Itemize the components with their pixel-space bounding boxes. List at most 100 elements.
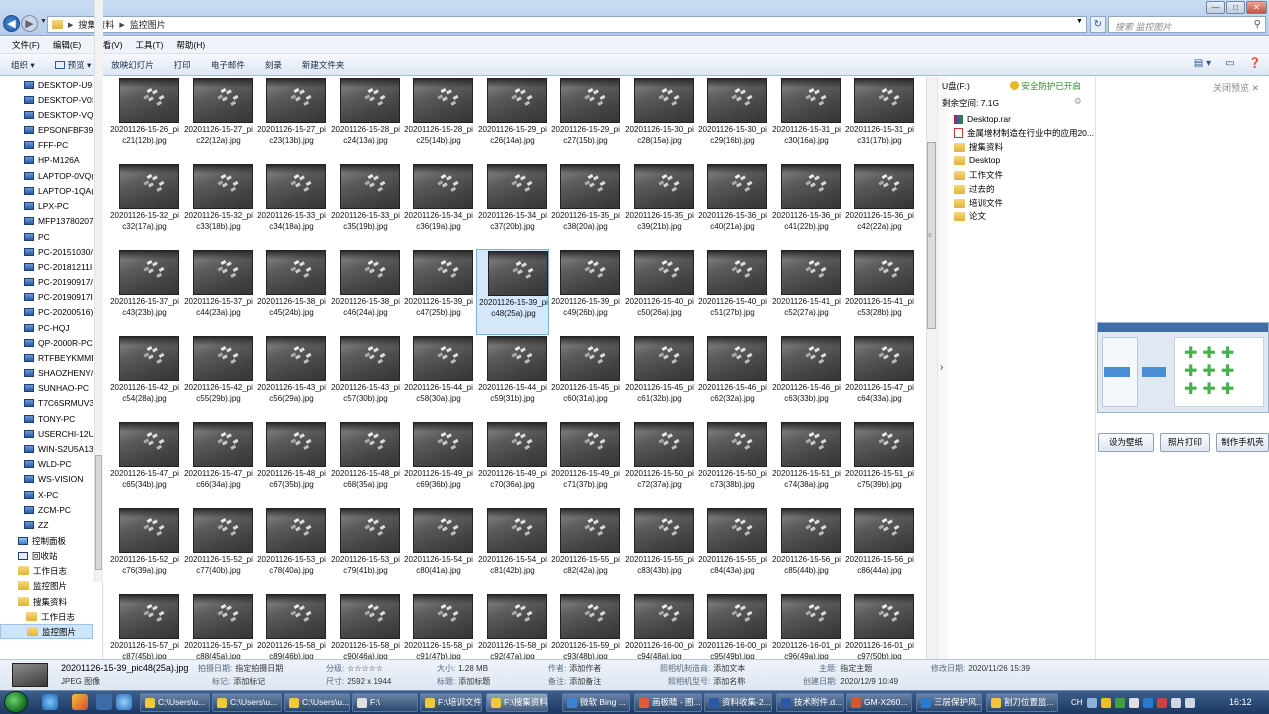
app-icon[interactable] xyxy=(72,694,88,710)
ie-icon[interactable] xyxy=(42,694,58,710)
print-button[interactable]: 打印 xyxy=(174,59,191,71)
file-item[interactable]: 20201126-15-48_pic68(35a).jpg xyxy=(329,421,402,507)
address-dropdown-icon[interactable]: ▼ xyxy=(1076,18,1083,25)
language-indicator[interactable]: CH xyxy=(1071,698,1083,707)
slideshow-button[interactable]: 放映幻灯片 xyxy=(111,59,154,71)
address-bar[interactable]: ▶ 搜集资料 ▶ 监控图片 xyxy=(47,16,1087,33)
forward-arrow-icon[interactable]: ▶ xyxy=(21,15,38,32)
file-item[interactable]: 20201126-15-46_pic62(32a).jpg xyxy=(696,335,769,421)
settings-gear-icon[interactable]: ⚙ xyxy=(1074,96,1082,107)
nav-item[interactable]: SUNHAO-PC xyxy=(0,380,93,395)
file-item[interactable]: 20201126-15-43_pic57(30b).jpg xyxy=(329,335,402,421)
file-item[interactable]: 20201126-15-38_pic45(24b).jpg xyxy=(255,249,328,335)
file-item[interactable]: 20201126-15-36_pic42(22a).jpg xyxy=(843,163,916,249)
nav-item[interactable]: FFF-PC xyxy=(0,137,93,152)
minimize-button[interactable]: — xyxy=(1206,1,1225,14)
file-item[interactable]: 20201126-15-47_pic65(34b).jpg xyxy=(108,421,181,507)
protect-status[interactable]: 安全防护已开启 xyxy=(1010,80,1081,92)
expand-arrow-icon[interactable]: › xyxy=(940,362,943,373)
taskbar-button[interactable]: F:\培训文件 xyxy=(420,693,482,712)
nav-item[interactable]: 回收站 xyxy=(0,548,93,563)
file-item[interactable]: 20201126-15-44_pic59(31b).jpg xyxy=(476,335,549,421)
taskbar-button[interactable]: F:\ xyxy=(352,693,418,712)
nav-item[interactable]: QP-2000R-PC xyxy=(0,335,93,350)
menu-file[interactable]: 文件(F) xyxy=(12,39,40,51)
file-item[interactable]: 20201126-15-52_pic76(39a).jpg xyxy=(108,507,181,593)
nav-item[interactable]: PC xyxy=(0,229,93,244)
organize-button[interactable]: 组织 ▾ xyxy=(11,59,35,71)
file-item[interactable]: 20201126-15-49_pic70(36a).jpg xyxy=(476,421,549,507)
nav-item[interactable]: MFP13780207 xyxy=(0,213,93,228)
drive-item[interactable]: 金属增材制造在行业中的应用20... xyxy=(954,127,1094,139)
nav-item[interactable]: PC-20151030/ xyxy=(0,244,93,259)
taskbar-button[interactable]: 微软 Bing ... xyxy=(562,693,630,712)
detail-field[interactable]: 分级: ☆☆☆☆☆ xyxy=(326,663,383,674)
file-item[interactable]: 20201126-15-40_pic51(27b).jpg xyxy=(696,249,769,335)
nav-item[interactable]: EPSONFBF39E xyxy=(0,122,93,137)
file-item[interactable]: 20201126-15-33_pic35(19b).jpg xyxy=(329,163,402,249)
file-item[interactable]: 20201126-15-30_pic29(16b).jpg xyxy=(696,77,769,163)
nav-item[interactable]: WS-VISION xyxy=(0,471,93,486)
file-item[interactable]: 20201126-15-28_pic24(13a).jpg xyxy=(329,77,402,163)
file-item[interactable]: 20201126-15-41_pic52(27a).jpg xyxy=(770,249,843,335)
drive-item[interactable]: 论文 xyxy=(954,210,1094,222)
nav-item[interactable]: TONY-PC xyxy=(0,411,93,426)
nav-item[interactable]: 监控图片 xyxy=(0,578,93,593)
taskbar-button[interactable]: 割刀位置监... xyxy=(986,693,1058,712)
menu-edit[interactable]: 编辑(E) xyxy=(53,39,81,51)
taskbar-button[interactable]: C:\Users\u... xyxy=(284,693,350,712)
nav-item[interactable]: PC-20190917I xyxy=(0,289,93,304)
file-item[interactable]: 20201126-15-42_pic54(28a).jpg xyxy=(108,335,181,421)
nav-item[interactable]: 监控图片 xyxy=(0,624,93,639)
menu-tools[interactable]: 工具(T) xyxy=(136,39,164,51)
nav-item[interactable]: RTFBEYKMME xyxy=(0,350,93,365)
detail-field[interactable]: 创建日期: 2020/12/9 10:49 xyxy=(803,676,898,687)
file-item[interactable]: 20201126-15-37_pic44(23a).jpg xyxy=(182,249,255,335)
file-item[interactable]: 20201126-16-00_pic94(48a).jpg xyxy=(623,593,696,659)
file-item[interactable]: 20201126-15-32_pic33(18b).jpg xyxy=(182,163,255,249)
help-icon[interactable]: ❓ xyxy=(1249,58,1261,69)
file-item[interactable]: 20201126-15-55_pic84(43a).jpg xyxy=(696,507,769,593)
keyboard-icon[interactable] xyxy=(1086,697,1097,708)
detail-field[interactable]: 作者: 添加作者 xyxy=(548,663,601,674)
file-item[interactable]: 20201126-15-27_pic22(12a).jpg xyxy=(182,77,255,163)
file-item[interactable]: 20201126-15-56_pic86(44a).jpg xyxy=(843,507,916,593)
detail-field[interactable]: 标记: 添加标记 xyxy=(212,676,265,687)
file-item[interactable]: 20201126-15-46_pic63(33b).jpg xyxy=(770,335,843,421)
desktop-icon[interactable] xyxy=(96,694,112,710)
file-item[interactable]: 20201126-15-55_pic83(43b).jpg xyxy=(623,507,696,593)
file-item[interactable]: 20201126-15-33_pic34(18a).jpg xyxy=(255,163,328,249)
file-item[interactable]: 20201126-15-36_pic40(21a).jpg xyxy=(696,163,769,249)
nav-item[interactable]: X-PC xyxy=(0,487,93,502)
detail-field[interactable]: 拍摄日期: 指定拍摄日期 xyxy=(198,663,283,674)
file-item[interactable]: 20201126-15-29_pic26(14a).jpg xyxy=(476,77,549,163)
photo-print-button[interactable]: 照片打印 xyxy=(1160,433,1210,452)
nav-item[interactable]: DESKTOP-U9I xyxy=(0,77,93,92)
file-item[interactable]: 20201126-15-48_pic67(35b).jpg xyxy=(255,421,328,507)
file-item[interactable]: 20201126-15-57_pic87(45b).jpg xyxy=(108,593,181,659)
nav-item[interactable]: SHAOZHENY/ xyxy=(0,365,93,380)
file-item[interactable]: 20201126-15-35_pic38(20a).jpg xyxy=(549,163,622,249)
file-item[interactable]: 20201126-15-39_pic49(26b).jpg xyxy=(549,249,622,335)
nav-item[interactable]: ZCM-PC xyxy=(0,502,93,517)
file-item[interactable]: 20201126-15-47_pic64(33a).jpg xyxy=(843,335,916,421)
file-item[interactable]: 20201126-15-29_pic27(15b).jpg xyxy=(549,77,622,163)
tray-icon[interactable] xyxy=(1142,697,1153,708)
tray-icon[interactable] xyxy=(1100,697,1111,708)
taskbar-button[interactable]: 画板睛 - 图... xyxy=(634,693,702,712)
file-item[interactable]: 20201126-16-01_pic97(50b).jpg xyxy=(843,593,916,659)
nav-item[interactable]: HP-M126A xyxy=(0,152,93,167)
nav-item[interactable]: 工作日志 xyxy=(0,563,93,578)
breadcrumb-separator-icon[interactable]: ▶ xyxy=(119,21,124,29)
detail-field[interactable]: 标题: 添加标题 xyxy=(437,676,490,687)
drive-item[interactable]: 培训文件 xyxy=(954,197,1094,209)
browser-icon[interactable] xyxy=(116,694,132,710)
new-folder-button[interactable]: 新建文件夹 xyxy=(302,59,345,71)
drive-item[interactable]: 搜集资料 xyxy=(954,141,1094,153)
preview-pane-icon[interactable]: ▭ xyxy=(1225,58,1234,69)
file-item[interactable]: 20201126-15-37_pic43(23b).jpg xyxy=(108,249,181,335)
network-icon[interactable] xyxy=(1170,697,1181,708)
nav-item[interactable]: PC-20181211I xyxy=(0,259,93,274)
nav-item[interactable]: PC-20190917/ xyxy=(0,274,93,289)
nav-item[interactable]: 搜集资料 xyxy=(0,594,93,609)
